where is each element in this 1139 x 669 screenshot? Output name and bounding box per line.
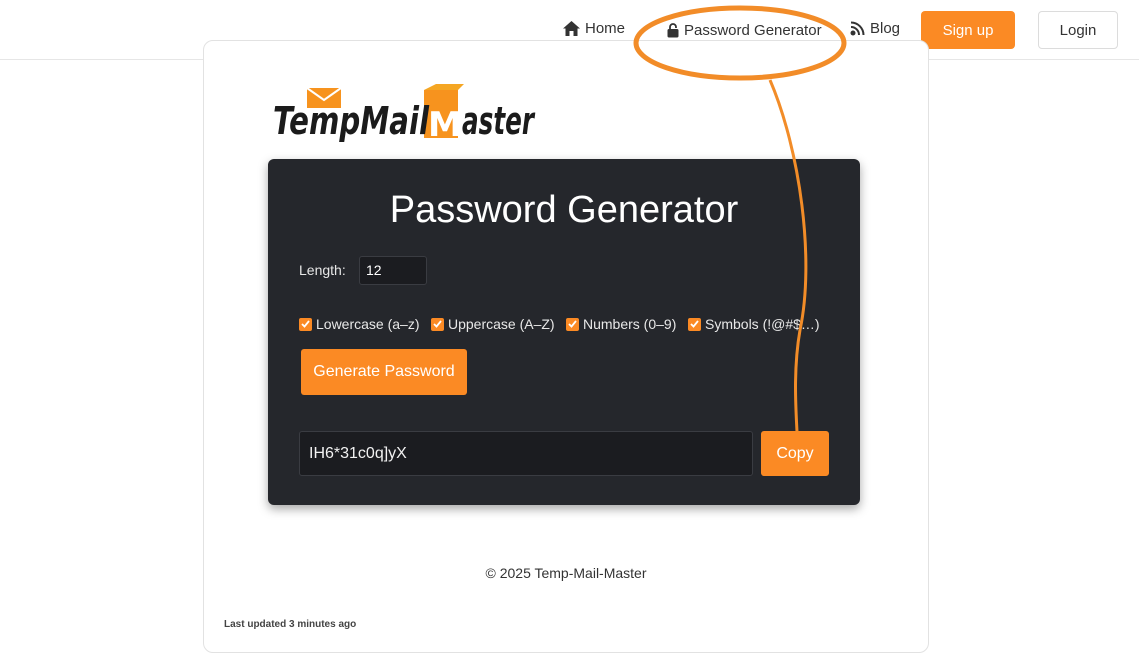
rss-icon bbox=[850, 21, 865, 36]
option-numbers[interactable]: Numbers (0–9) bbox=[566, 316, 676, 332]
generator-title: Password Generator bbox=[389, 189, 739, 231]
checkbox-checked-icon[interactable] bbox=[688, 317, 701, 331]
option-uppercase[interactable]: Uppercase (A–Z) bbox=[431, 316, 555, 332]
length-input[interactable]: 12 bbox=[359, 256, 427, 285]
nav-home-link[interactable]: Home bbox=[563, 20, 625, 37]
length-label: Length: bbox=[299, 262, 346, 278]
site-logo: TempMail M aster bbox=[273, 84, 535, 145]
login-button[interactable]: Login bbox=[1038, 11, 1118, 49]
password-generator-panel: Password Generator Length: 12 Lowercase … bbox=[268, 159, 860, 505]
lock-icon bbox=[667, 23, 679, 38]
logo-letter-m: M bbox=[428, 105, 462, 145]
checkbox-checked-icon[interactable] bbox=[431, 317, 444, 331]
home-icon bbox=[563, 21, 580, 36]
nav-password-generator-link[interactable]: Password Generator bbox=[667, 22, 822, 39]
option-symbols[interactable]: Symbols (!@#$…) bbox=[688, 316, 820, 332]
nav-password-generator-label: Password Generator bbox=[684, 22, 822, 39]
option-numbers-label: Numbers (0–9) bbox=[583, 316, 677, 332]
logo-text-aster: aster bbox=[462, 99, 535, 143]
nav-blog-label: Blog bbox=[870, 20, 901, 37]
signup-button[interactable]: Sign up bbox=[921, 11, 1015, 49]
nav-home-label: Home bbox=[585, 20, 626, 37]
option-uppercase-label: Uppercase (A–Z) bbox=[448, 316, 555, 332]
checkbox-checked-icon[interactable] bbox=[566, 317, 579, 331]
checkbox-checked-icon[interactable] bbox=[299, 317, 312, 331]
option-symbols-label: Symbols (!@#$…) bbox=[705, 316, 820, 332]
copyright-text: © 2025 Temp-Mail-Master bbox=[485, 565, 647, 581]
option-lowercase[interactable]: Lowercase (a–z) bbox=[299, 316, 420, 332]
password-output-field[interactable]: IH6*31c0q]yX bbox=[299, 431, 753, 476]
option-lowercase-label: Lowercase (a–z) bbox=[316, 316, 420, 332]
nav-blog-link[interactable]: Blog bbox=[850, 20, 900, 37]
copy-button[interactable]: Copy bbox=[761, 431, 829, 476]
last-updated-text: Last updated 3 minutes ago bbox=[224, 619, 357, 630]
generate-password-button[interactable]: Generate Password bbox=[301, 349, 467, 395]
logo-text-tempmail: TempMail bbox=[273, 99, 430, 143]
